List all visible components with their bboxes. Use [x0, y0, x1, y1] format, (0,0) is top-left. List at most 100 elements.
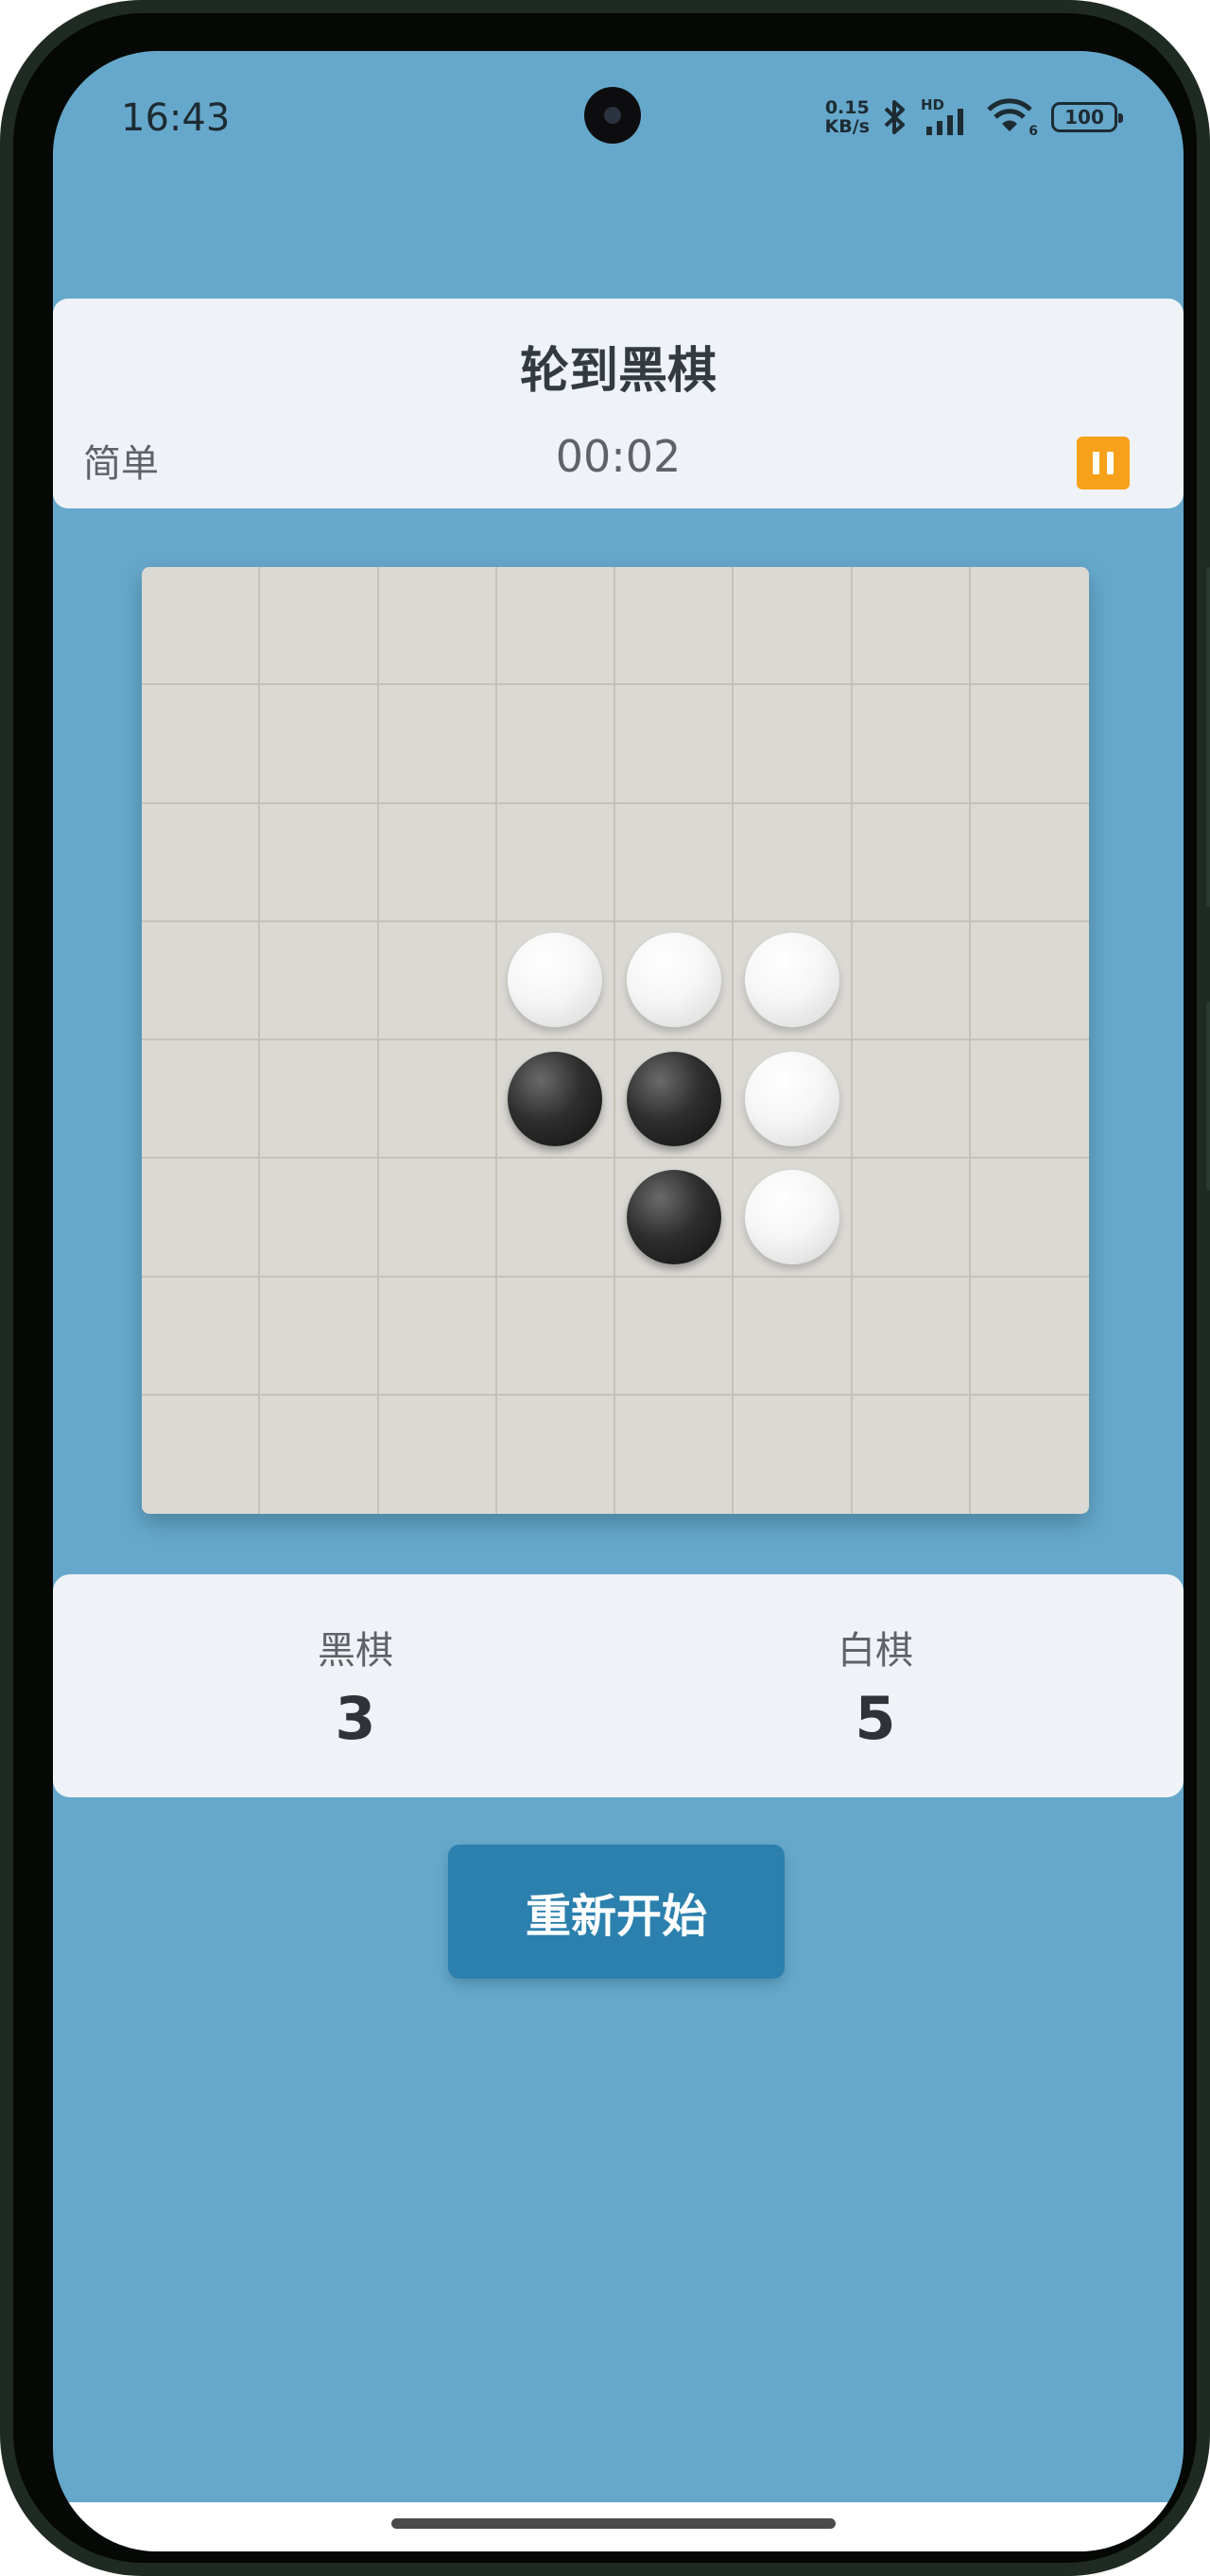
- board-cell[interactable]: [852, 803, 971, 922]
- black-piece: [508, 1051, 603, 1146]
- board-cell[interactable]: [615, 803, 735, 922]
- screen: 16:43 0.15 KB/s HD 6 100 轮到黑棋 简单 00:02 黑…: [53, 51, 1184, 2551]
- board-cell[interactable]: [734, 803, 853, 922]
- bluetooth-icon: [884, 100, 905, 134]
- board-cell[interactable]: [852, 921, 971, 1040]
- board-cell[interactable]: [142, 1159, 261, 1278]
- board-cell[interactable]: [260, 921, 379, 1040]
- white-piece: [744, 933, 839, 1028]
- black-score-label: 黑棋: [318, 1629, 393, 1673]
- cellular-signal-icon: HD: [921, 96, 972, 136]
- board-cell[interactable]: [260, 567, 379, 686]
- board-cell[interactable]: [734, 567, 853, 686]
- board-cell[interactable]: [970, 1159, 1089, 1278]
- board-cell[interactable]: [260, 1040, 379, 1159]
- game-timer: 00:02: [555, 431, 682, 482]
- board-cell[interactable]: [734, 921, 853, 1040]
- board-cell[interactable]: [615, 921, 735, 1040]
- board-cell[interactable]: [852, 685, 971, 804]
- board-cell[interactable]: [615, 1395, 735, 1514]
- black-piece: [626, 1169, 721, 1264]
- board-cell[interactable]: [734, 685, 853, 804]
- board-cell[interactable]: [615, 567, 735, 686]
- game-board: [142, 567, 1089, 1514]
- pause-button[interactable]: [1077, 437, 1130, 489]
- board-cell[interactable]: [378, 567, 497, 686]
- board-cell[interactable]: [260, 1159, 379, 1278]
- board-cell[interactable]: [734, 1040, 853, 1159]
- board-cell[interactable]: [260, 685, 379, 804]
- board-cell[interactable]: [615, 1159, 735, 1278]
- front-camera: [584, 87, 641, 144]
- board-cell[interactable]: [496, 1159, 615, 1278]
- board-cell[interactable]: [142, 803, 261, 922]
- white-piece: [626, 933, 721, 1028]
- board-cell[interactable]: [734, 1395, 853, 1514]
- wifi-version-label: 6: [1028, 124, 1038, 139]
- board-cell[interactable]: [852, 1159, 971, 1278]
- board-cell[interactable]: [378, 1159, 497, 1278]
- board-cell[interactable]: [142, 685, 261, 804]
- board-cell[interactable]: [378, 1040, 497, 1159]
- restart-button[interactable]: 重新开始: [448, 1845, 785, 1979]
- board-cell[interactable]: [970, 567, 1089, 686]
- turn-indicator: 轮到黑棋: [519, 343, 717, 400]
- power-button: [1206, 1002, 1210, 1191]
- board-cell[interactable]: [615, 1040, 735, 1159]
- board-cell[interactable]: [496, 803, 615, 922]
- board-cell[interactable]: [496, 685, 615, 804]
- board-cell[interactable]: [379, 1395, 497, 1514]
- board-cell[interactable]: [142, 1040, 261, 1159]
- black-score: 黑棋 3: [214, 1620, 497, 1753]
- board-cell[interactable]: [496, 1040, 615, 1159]
- board-cell[interactable]: [496, 567, 615, 686]
- home-indicator[interactable]: [391, 2518, 836, 2529]
- board-cell[interactable]: [852, 1040, 971, 1159]
- white-piece: [744, 1169, 839, 1264]
- pause-icon-bar-left: [1093, 452, 1099, 474]
- board-cell[interactable]: [496, 921, 615, 1040]
- board-cell[interactable]: [970, 922, 1089, 1040]
- score-card: 黑棋 3 白棋 5: [53, 1574, 1184, 1797]
- pause-icon-bar-right: [1107, 452, 1114, 474]
- board-cell[interactable]: [734, 1159, 853, 1278]
- board-cell[interactable]: [615, 685, 735, 804]
- status-bar: 16:43 0.15 KB/s HD 6 100: [53, 51, 1184, 193]
- status-icons: 0.15 KB/s HD 6 100: [824, 96, 1123, 139]
- board-cell[interactable]: [852, 1277, 971, 1396]
- board-cell[interactable]: [970, 804, 1089, 922]
- board-cell[interactable]: [853, 1395, 971, 1514]
- board-cell[interactable]: [378, 685, 497, 804]
- wifi-icon: 6: [985, 97, 1038, 139]
- battery-level: 100: [1064, 106, 1104, 129]
- board-cell[interactable]: [852, 567, 971, 686]
- board-cell[interactable]: [970, 1040, 1089, 1159]
- board-cell[interactable]: [260, 1277, 379, 1396]
- phone-frame: 16:43 0.15 KB/s HD 6 100 轮到黑棋 简单 00:02 黑…: [0, 0, 1210, 2576]
- status-time: 16:43: [121, 96, 231, 140]
- white-piece: [744, 1051, 839, 1146]
- white-piece: [508, 933, 603, 1028]
- board-cell[interactable]: [378, 1277, 497, 1396]
- board-cell[interactable]: [260, 1395, 379, 1514]
- board-cell[interactable]: [142, 1277, 261, 1396]
- board-cell[interactable]: [496, 1277, 615, 1396]
- board-cell[interactable]: [378, 921, 497, 1040]
- board-cell[interactable]: [497, 1395, 615, 1514]
- board-cell[interactable]: [142, 1395, 261, 1514]
- board-cell[interactable]: [970, 1278, 1089, 1396]
- game-header-card: 轮到黑棋 简单 00:02: [53, 299, 1184, 508]
- board-cell[interactable]: [970, 685, 1089, 804]
- board-cell[interactable]: [260, 803, 379, 922]
- phone-bezel: 16:43 0.15 KB/s HD 6 100 轮到黑棋 简单 00:02 黑…: [13, 13, 1197, 2563]
- board-cell[interactable]: [615, 1277, 735, 1396]
- board-cell[interactable]: [734, 1277, 853, 1396]
- board-cell[interactable]: [142, 921, 261, 1040]
- network-speed-unit: KB/s: [824, 116, 870, 137]
- board-cell[interactable]: [971, 1396, 1089, 1514]
- black-piece: [626, 1051, 721, 1146]
- network-speed-value: 0.15: [824, 97, 870, 118]
- board-cell[interactable]: [142, 567, 261, 686]
- board-cell[interactable]: [378, 803, 497, 922]
- battery-icon: 100: [1051, 102, 1123, 132]
